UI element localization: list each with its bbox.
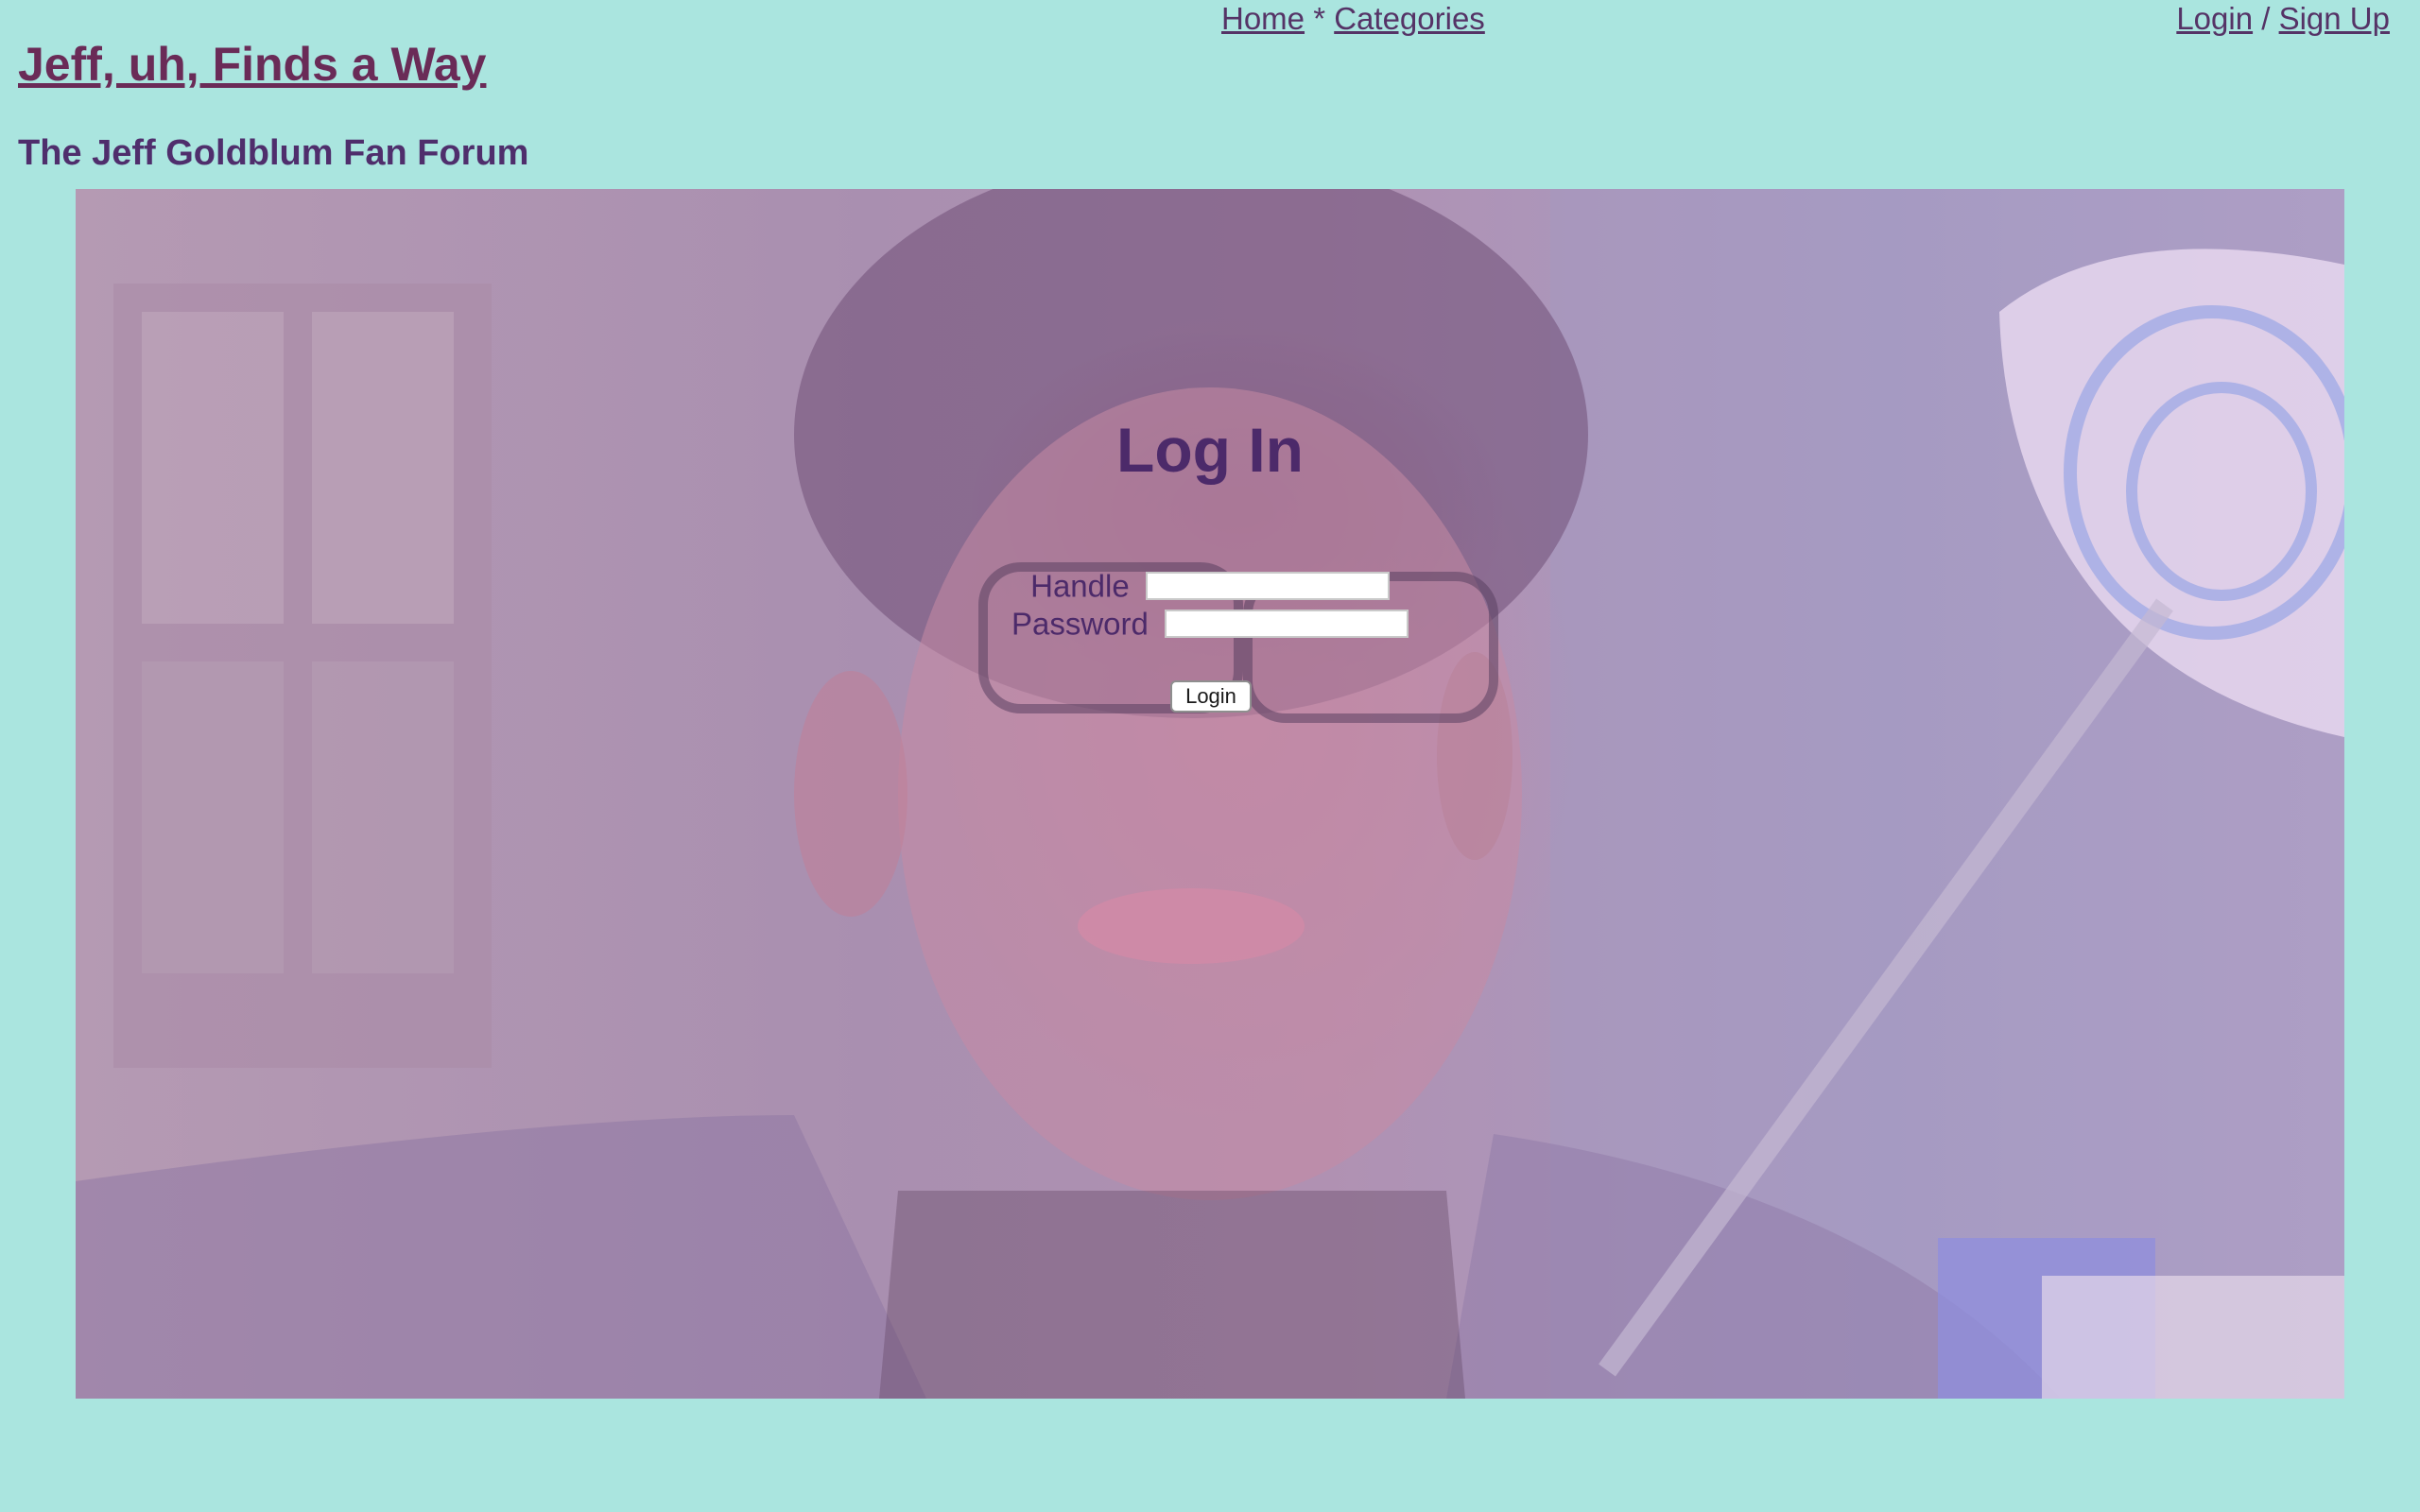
- handle-label: Handle: [1030, 568, 1130, 604]
- handle-input[interactable]: [1145, 572, 1390, 601]
- handle-row: Handle: [76, 565, 2344, 605]
- site-subtitle: The Jeff Goldblum Fan Forum: [18, 133, 529, 173]
- nav-separator: *: [1313, 1, 1326, 36]
- password-label: Password: [1011, 606, 1149, 642]
- top-navigation: Home * Categories Login / Sign Up: [0, 0, 2420, 38]
- login-link[interactable]: Login: [2176, 1, 2253, 36]
- password-input[interactable]: [1165, 610, 1409, 639]
- categories-link[interactable]: Categories: [1334, 1, 1485, 36]
- background-photo: [76, 189, 2344, 1399]
- account-nav-links: Login / Sign Up: [2176, 0, 2390, 38]
- site-title-link[interactable]: Jeff, uh, Finds a Way: [18, 38, 486, 91]
- login-heading: Log In: [1116, 415, 1304, 485]
- signup-link[interactable]: Sign Up: [2279, 1, 2390, 36]
- site-title: Jeff, uh, Finds a Way: [18, 34, 486, 94]
- home-link[interactable]: Home: [1221, 1, 1305, 36]
- main-nav-links: Home * Categories: [1221, 0, 1485, 38]
- account-separator: /: [2261, 1, 2271, 36]
- login-submit-button[interactable]: Login: [1170, 680, 1252, 713]
- password-row: Password: [76, 603, 2344, 643]
- login-hero-panel: Log In Handle Password Login: [76, 189, 2344, 1399]
